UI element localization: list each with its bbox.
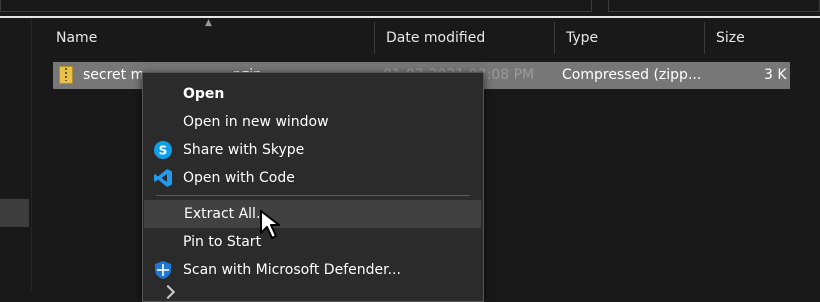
menu-item-label: Open in new window xyxy=(183,114,329,130)
address-bar[interactable] xyxy=(0,0,592,12)
file-size: 3 K xyxy=(764,67,787,83)
menu-item-label: Extract All... xyxy=(184,206,270,222)
menu-item-extract-all[interactable]: Extract All... xyxy=(144,200,481,228)
column-header-name[interactable]: Name xyxy=(45,22,375,54)
file-type: Compressed (zipp... xyxy=(562,67,702,83)
menu-item-label: Pin to Start xyxy=(183,234,262,250)
menu-item-scan-defender[interactable]: Scan with Microsoft Defender... xyxy=(143,256,483,284)
search-box[interactable] xyxy=(608,0,820,12)
column-header-date-modified[interactable]: Date modified xyxy=(375,22,555,54)
context-menu: Open Open in new window S Share with Sky… xyxy=(142,72,484,302)
top-bar xyxy=(0,0,820,13)
menu-item-label: Scan with Microsoft Defender... xyxy=(183,262,401,278)
vscode-icon xyxy=(154,169,172,187)
menu-item-pin-to-start[interactable]: Pin to Start xyxy=(143,228,483,256)
menu-item-label: Open xyxy=(183,86,225,102)
navigation-pane-selected-item[interactable] xyxy=(0,199,29,227)
menu-item-share-skype[interactable]: S Share with Skype xyxy=(143,136,483,164)
file-name: secret m xyxy=(83,67,145,83)
menu-item-label: Open with Code xyxy=(183,170,295,186)
menu-item-open-new-window[interactable]: Open in new window xyxy=(143,108,483,136)
menu-item-open[interactable]: Open xyxy=(143,80,483,108)
menu-separator xyxy=(156,195,470,196)
ribbon-divider xyxy=(0,16,820,18)
column-header-row: Name Date modified Type Size xyxy=(45,22,790,54)
defender-shield-icon xyxy=(155,261,171,279)
mouse-cursor-icon xyxy=(260,210,280,239)
menu-item-open-with-code[interactable]: Open with Code xyxy=(143,164,483,192)
zip-folder-icon xyxy=(59,66,73,84)
navigation-pane[interactable] xyxy=(0,18,32,291)
menu-item-label: Share with Skype xyxy=(183,142,305,158)
svg-text:S: S xyxy=(159,144,168,158)
more-items-arrow-icon xyxy=(160,284,176,300)
column-header-size[interactable]: Size xyxy=(705,22,790,54)
column-header-type[interactable]: Type xyxy=(555,22,705,54)
skype-icon: S xyxy=(154,141,172,159)
vertical-scrollbar-area[interactable] xyxy=(790,18,820,291)
